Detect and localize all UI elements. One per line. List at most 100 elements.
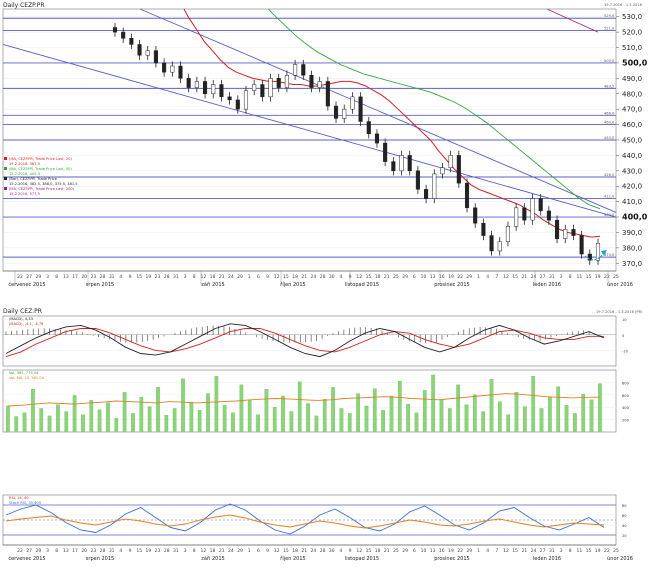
volume-bar — [397, 381, 402, 433]
price-x-month-label: leden 2016 — [533, 282, 561, 288]
macd-range-info: 19.7.2016 - 1.3.2016 (PR) — [596, 310, 643, 314]
price-y-tick-label: 520,0 — [622, 29, 642, 37]
volume-bar — [514, 392, 519, 433]
price-x-day-label: 10 — [421, 274, 427, 280]
bottom-x-day-label: 10 — [421, 548, 427, 554]
volume-bar — [356, 393, 360, 433]
price-x-day-label: 6 — [257, 274, 260, 280]
price-x-day-label: 3 — [184, 274, 187, 280]
price-x-day-label: 1 — [477, 274, 480, 280]
volume-bar — [81, 414, 85, 433]
price-panel: Daily CEZP.PR 19.7.2016 - 1.3.2016 530,0… — [2, 2, 648, 272]
bottom-x-day-label: 8 — [55, 548, 58, 554]
volume-bar — [556, 386, 561, 433]
price-x-day-label: 19 — [448, 274, 454, 280]
price-bar-body — [456, 155, 461, 184]
price-bar-body — [424, 189, 429, 199]
price-x-day-label: 4 — [119, 274, 122, 280]
price-x-day-label: 30 — [329, 274, 335, 280]
price-x-day-label: 15 — [136, 274, 142, 280]
price-bar-body — [399, 155, 404, 172]
price-bar-body — [342, 108, 347, 119]
bottom-x-month-label: říjen 2015 — [280, 555, 305, 562]
legend-swatch — [4, 167, 7, 170]
price-x-day-label: 12 — [274, 274, 280, 280]
volume-legend-entry: Vol, MA, 20, 561,04 — [9, 376, 45, 380]
price-bar-body — [252, 84, 257, 91]
price-bar-body — [546, 210, 551, 221]
price-x-day-label: 15 — [366, 274, 372, 280]
price-x-day-label: 3 — [560, 274, 563, 280]
price-x-day-label: 11 — [576, 274, 582, 280]
price-x-day-label: 15 — [586, 274, 592, 280]
macd-panel: Daily CEZ.PR 19.7.2016 - 1.3.2016 (PR) 1… — [2, 308, 643, 367]
price-x-month-label: červenec 2015 — [8, 281, 45, 288]
bottom-x-day-label: 9 — [129, 548, 132, 554]
volume-bar — [281, 395, 285, 433]
price-bar-body — [268, 78, 273, 98]
price-bar-body — [555, 219, 560, 239]
level-tag: 374,0 — [604, 253, 615, 257]
price-x-day-label: 25 — [393, 274, 399, 280]
volume-bar — [331, 387, 335, 433]
price-x-day-label: 29 — [35, 274, 41, 280]
volume-bar — [406, 403, 410, 433]
bottom-x-day-label: 28 — [100, 548, 106, 554]
bottom-x-day-label: 31 — [109, 548, 115, 554]
price-bar-body — [530, 198, 535, 221]
volume-bar — [589, 399, 594, 433]
bottom-x-day-label: 27 — [26, 548, 32, 554]
macd-legend-entry: (MACD), 4,33 — [9, 317, 33, 321]
price-x-day-label: 12 — [201, 274, 207, 280]
volume-bar — [456, 384, 461, 433]
volume-bar — [339, 408, 344, 433]
price-y-tick-label: 510,0 — [622, 44, 642, 52]
price-y-tick-label: 430,0 — [622, 167, 642, 175]
volume-bar — [531, 376, 536, 433]
bottom-x-day-label: 18 — [375, 548, 381, 554]
price-y-axis: 530,0 520,0 510,0 500,0 490,0 480,0 470,0 460,0… — [616, 13, 648, 268]
price-bar-body — [170, 65, 175, 73]
bottom-x-day-label: 13 — [430, 548, 436, 554]
bottom-x-day-label: 20 — [81, 548, 87, 554]
level-tag: 483,5 — [604, 84, 614, 88]
bottom-x-day-label: 29 — [466, 548, 472, 554]
bottom-x-month-label: únor 2016 — [607, 555, 633, 562]
price-x-day-label: 9 — [266, 274, 269, 280]
price-bar-body — [538, 198, 543, 212]
price-bar-body — [325, 81, 330, 107]
volume-bar — [172, 408, 177, 433]
bottom-x-day-label: 19 — [595, 548, 601, 554]
volume-bar — [189, 402, 194, 433]
bottom-x-month-label: srpen 2015 — [86, 556, 114, 562]
volume-bar — [64, 411, 69, 433]
macd-plot-area — [2, 315, 617, 367]
bottom-x-day-label: 12 — [201, 548, 207, 554]
bottom-x-day-label: 28 — [164, 548, 170, 554]
price-x-day-label: 15 — [512, 274, 518, 280]
bottom-x-day-label: 15 — [586, 548, 592, 554]
price-x-day-label: 22 — [457, 274, 463, 280]
legend-entry: 15.2.2016, 405,4 — [9, 172, 41, 176]
price-x-day-label: 17 — [72, 274, 78, 280]
bottom-x-day-label: 24 — [531, 548, 537, 554]
bottom-x-day-label: 4 — [486, 548, 489, 554]
macd-y-tick-label: 10 — [622, 318, 627, 322]
price-x-day-label: 27 — [540, 274, 546, 280]
price-y-tick-label: 380,0 — [622, 244, 642, 252]
macd-y-tick-label: -10 — [622, 349, 629, 353]
price-bar-body — [219, 84, 224, 98]
volume-bar — [581, 394, 586, 433]
bottom-x-day-label: 22 — [604, 548, 610, 554]
price-bar-body — [211, 84, 216, 95]
bottom-x-day-label: 3 — [560, 548, 563, 554]
price-bar-body — [563, 229, 568, 239]
price-bar-body — [284, 75, 289, 88]
volume-bar — [56, 404, 60, 433]
price-bar-body — [366, 121, 371, 135]
legend-swatch — [4, 177, 7, 180]
price-x-day-label: 22 — [17, 274, 23, 280]
price-bar-body — [391, 161, 396, 172]
volume-y-tick-label: 800 — [622, 381, 630, 385]
volume-bar — [497, 401, 502, 433]
